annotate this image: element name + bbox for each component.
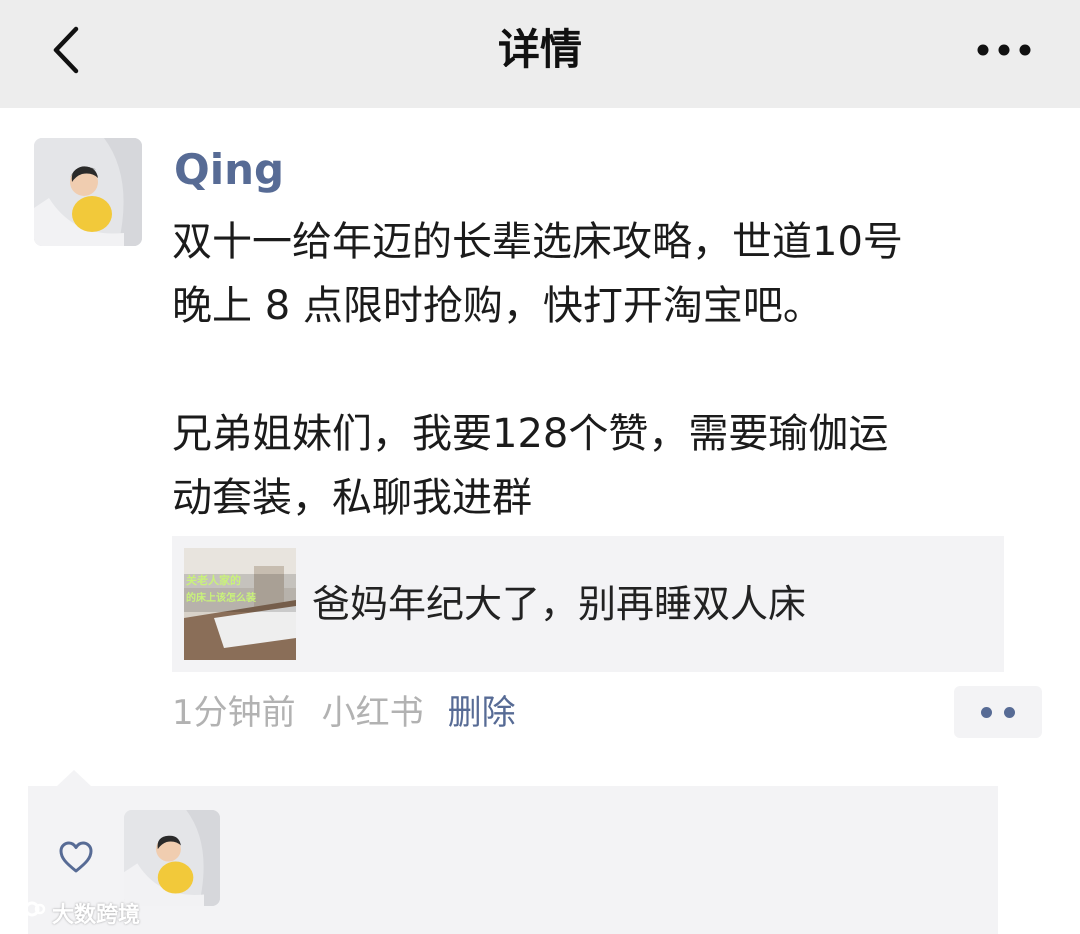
watermark-text: 大数跨境 xyxy=(52,903,141,928)
post-content: 双十一给年迈的长辈选床攻略，世道10号 晚上 8 点限时抢购，快打开淘宝吧。 兄… xyxy=(172,210,1062,530)
page-title: 详情 xyxy=(497,25,582,74)
post-time: 1分钟前 xyxy=(172,693,296,733)
shared-link-thumbnail: 关老人家的 的床上该怎么装 xyxy=(184,548,296,660)
like-panel-arrow xyxy=(56,770,92,787)
more-dots-icon xyxy=(977,44,1031,56)
avatar-image xyxy=(124,810,220,906)
dot-icon xyxy=(1004,706,1015,718)
author-name[interactable]: Qing xyxy=(174,142,284,198)
delete-button[interactable]: 删除 xyxy=(448,693,516,733)
author-avatar[interactable] xyxy=(34,138,142,246)
dot-icon xyxy=(981,706,992,718)
like-comment-button[interactable] xyxy=(954,686,1042,738)
post-text-line: 双十一给年迈的长辈选床攻略，世道10号 xyxy=(172,219,903,265)
thumbnail-caption: 的床上该怎么装 xyxy=(186,593,256,604)
post-text-blank-line xyxy=(172,338,1062,402)
watermark-logo-icon xyxy=(6,901,46,923)
post-text-line: 动套装，私聊我进群 xyxy=(172,475,532,521)
thumbnail-caption: 关老人家的 xyxy=(186,574,241,587)
post-text-line: 兄弟姐妹们，我要128个赞，需要瑜伽运 xyxy=(172,411,889,457)
shared-link-card[interactable]: 关老人家的 的床上该怎么装 爸妈年纪大了，别再睡双人床 xyxy=(172,536,1004,672)
watermark: 大数跨境 xyxy=(6,896,140,930)
moments-detail-page: 详情 Qing 双十一给年迈的长辈选床攻略，世道10号 晚上 8 点限时抢购，快… xyxy=(0,0,1080,934)
more-options-button[interactable] xyxy=(972,30,1036,70)
avatar-image xyxy=(34,138,142,246)
post-source[interactable]: 小红书 xyxy=(322,693,424,733)
shared-link-title: 爸妈年纪大了，别再睡双人床 xyxy=(312,582,807,626)
top-navbar: 详情 xyxy=(0,0,1080,108)
liker-avatar[interactable] xyxy=(124,810,220,906)
post-text-line: 晚上 8 点限时抢购，快打开淘宝吧。 xyxy=(172,283,823,329)
post-meta: 1分钟前 小红书 删除 xyxy=(172,686,516,740)
heart-outline-icon xyxy=(58,840,94,874)
